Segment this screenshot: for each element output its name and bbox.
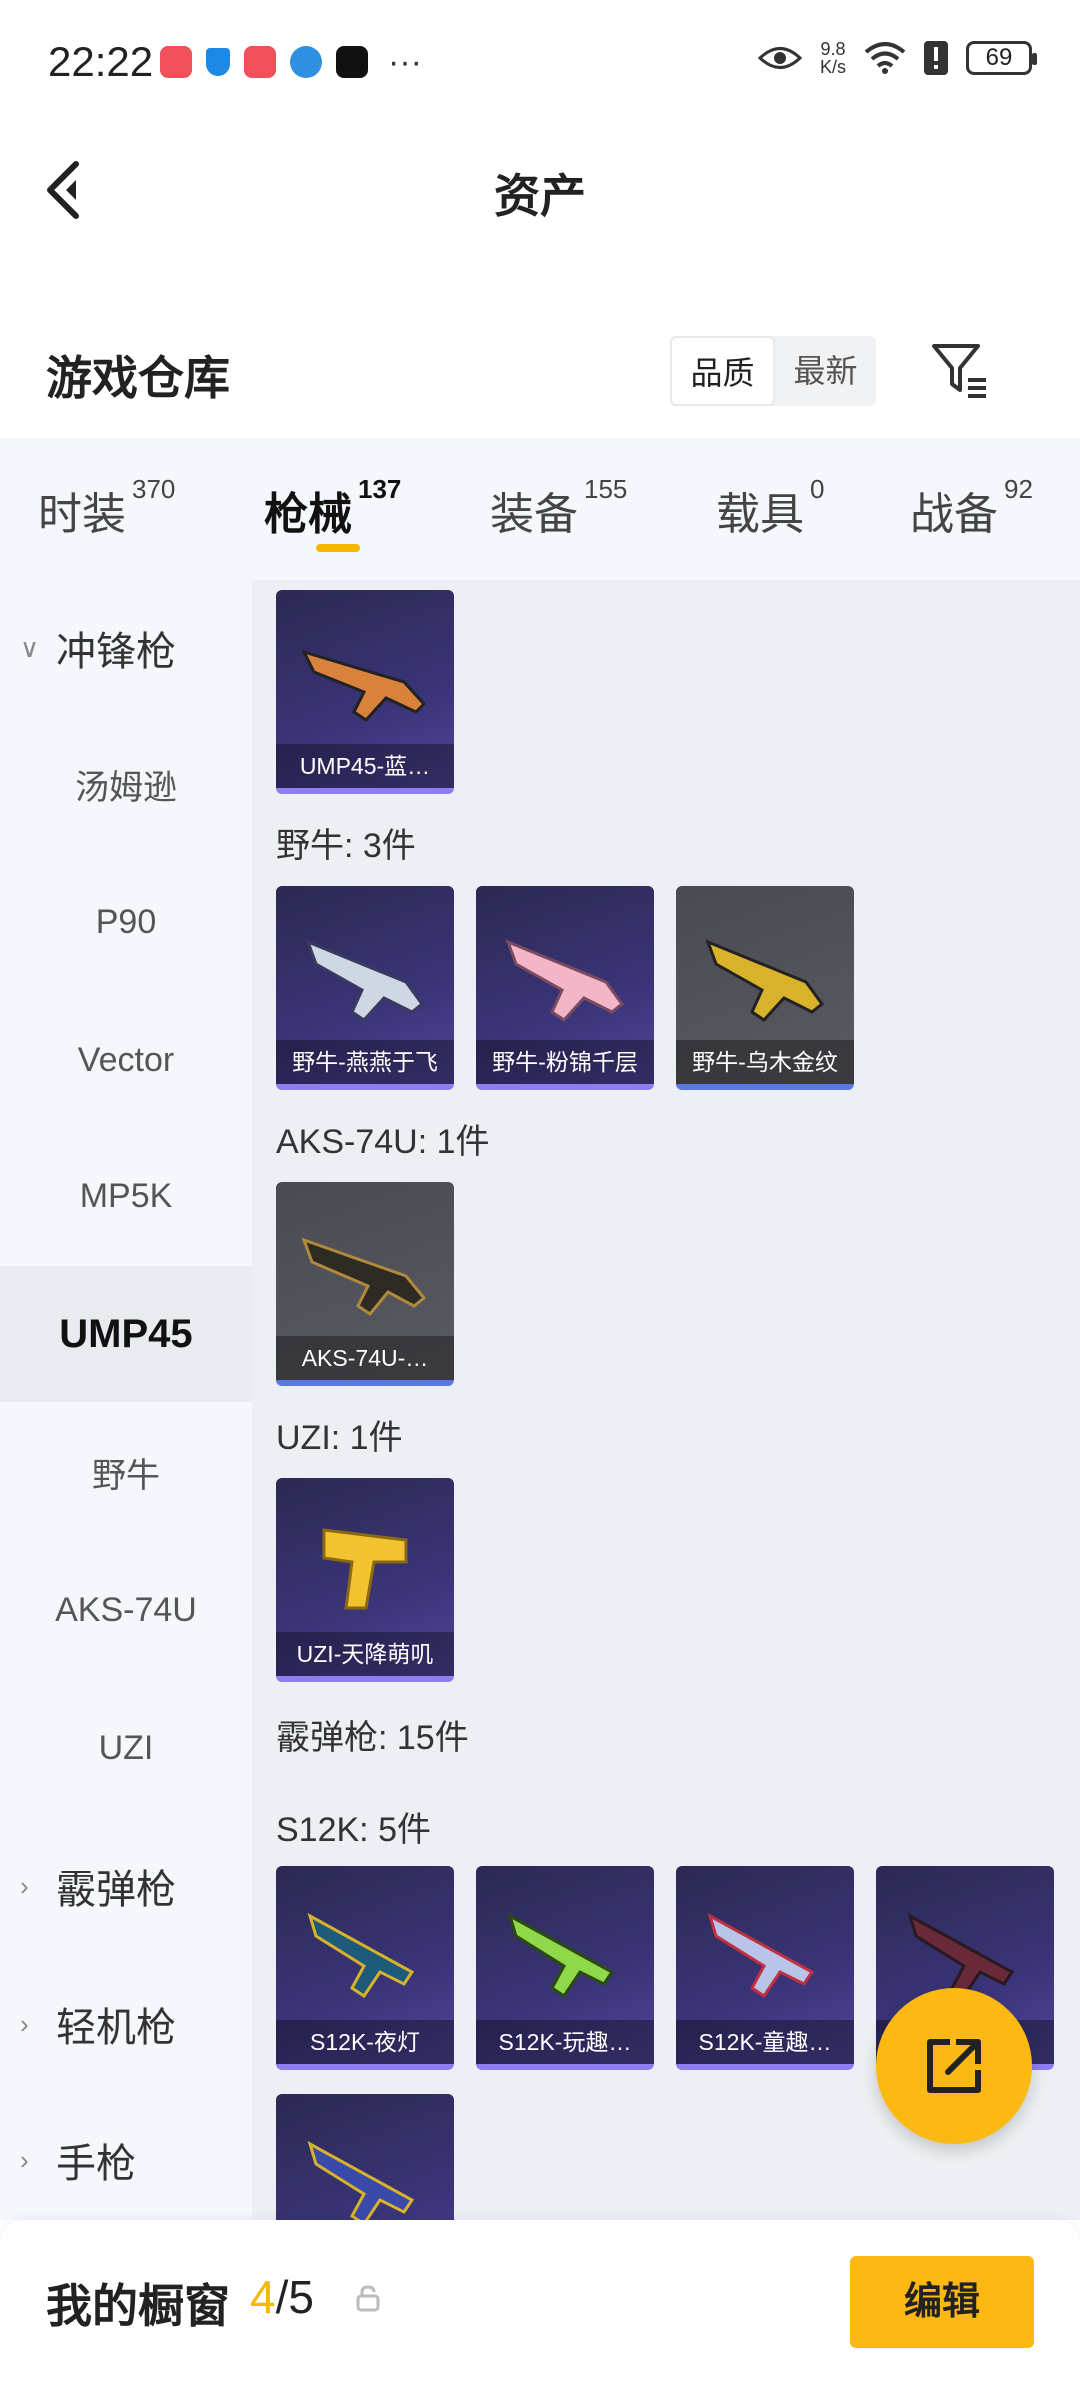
- chevron-right-icon: ›: [20, 2144, 29, 2175]
- sort-quality-button[interactable]: 品质: [670, 336, 775, 406]
- weapon-image: [305, 939, 425, 1022]
- filter-icon[interactable]: [928, 338, 992, 402]
- weapon-card[interactable]: UZI-天降萌叽: [276, 1478, 454, 1682]
- weapon-card[interactable]: 野牛-燕燕于飞: [276, 886, 454, 1090]
- group-label-shotgun: 霰弹枪: 15件: [276, 1719, 469, 1757]
- weapon-card-label: S12K-玩趣…: [476, 2020, 654, 2064]
- weapon-card[interactable]: 野牛-粉锦千层: [476, 886, 654, 1090]
- sidebar-item-uzi[interactable]: UZI: [0, 1680, 252, 1816]
- tab-equipment[interactable]: 装备155: [490, 474, 627, 542]
- showcase-bar: 我的橱窗 4/5 编辑: [0, 2220, 1080, 2382]
- weapon-card-label: UMP45-蓝…: [276, 744, 454, 788]
- status-bar: 22:22 ··· 9.8 K/s 69: [0, 0, 1080, 120]
- shopping-app-icon-2: [244, 46, 276, 78]
- weapon-image: [301, 1237, 427, 1317]
- sidebar-item-pistol[interactable]: › 手枪: [0, 2092, 252, 2228]
- weapon-card-label: 野牛-粉锦千层: [476, 1040, 654, 1084]
- sidebar-item-thompson[interactable]: 汤姆逊: [0, 716, 252, 852]
- more-notifications-icon: ···: [388, 43, 422, 81]
- status-right: 9.8 K/s 69: [757, 39, 1037, 77]
- shopping-app-icon: [160, 46, 192, 78]
- share-icon: [927, 2039, 981, 2093]
- sidebar-item-p90[interactable]: P90: [0, 854, 252, 990]
- weapon-card[interactable]: S12K-夜灯: [276, 1866, 454, 2070]
- share-button[interactable]: [876, 1988, 1032, 2144]
- showcase-count: 4/5: [250, 2271, 314, 2323]
- edit-button[interactable]: 编辑: [850, 2256, 1034, 2348]
- tab-vehicles[interactable]: 载具0: [716, 474, 824, 542]
- weapon-image: [301, 649, 427, 722]
- wifi-icon: [864, 42, 906, 74]
- notification-icons: ···: [160, 43, 422, 81]
- weapon-card-label: 野牛-燕燕于飞: [276, 1040, 454, 1084]
- chevron-right-icon: ›: [20, 1870, 29, 1901]
- weapon-sidebar: ∨ 冲锋枪 汤姆逊 P90 Vector MP5K UMP45 野牛 AKS-7…: [0, 580, 252, 2220]
- sidebar-item-aks74u[interactable]: AKS-74U: [0, 1542, 252, 1678]
- tiktok-app-icon: [336, 46, 368, 78]
- group-label-uzi: UZI: 1件: [276, 1419, 403, 1457]
- network-speed: 9.8 K/s: [819, 39, 846, 77]
- eye-icon: [757, 47, 802, 69]
- page-title: 资产: [494, 170, 586, 222]
- group-label-bizon: 野牛: 3件: [276, 827, 416, 865]
- tab-supplies[interactable]: 战备92: [910, 474, 1033, 542]
- weapon-card[interactable]: 野牛-乌木金纹: [676, 886, 854, 1090]
- weapon-card-label: UZI-天降萌叽: [276, 1632, 454, 1676]
- sort-toggle: 品质 最新: [670, 336, 876, 406]
- weapon-image: [507, 1912, 615, 1999]
- group-label-s12k: S12K: 5件: [276, 1811, 431, 1849]
- weapon-image: [307, 1912, 415, 1999]
- sidebar-item-lmg[interactable]: › 轻机枪: [0, 1956, 252, 2092]
- weapon-card[interactable]: S12K-童趣…: [676, 1866, 854, 2070]
- weapon-card-label: S12K-童趣…: [676, 2020, 854, 2064]
- sidebar-item-mp5k[interactable]: MP5K: [0, 1128, 252, 1264]
- page-header: 资产: [0, 130, 1080, 250]
- weapon-card-label: 野牛-乌木金纹: [676, 1040, 854, 1084]
- weapon-image: [705, 939, 825, 1022]
- weapon-image: [322, 1528, 408, 1610]
- sidebar-item-bizon[interactable]: 野牛: [0, 1404, 252, 1540]
- warehouse-title: 游戏仓库: [46, 352, 230, 404]
- lock-icon: [356, 2285, 380, 2312]
- battery-icon: 69: [966, 41, 1037, 75]
- status-time: 22:22: [48, 38, 154, 85]
- shield-app-icon: [206, 48, 230, 76]
- tab-fashion[interactable]: 时装370: [38, 474, 175, 542]
- sidebar-item-smg[interactable]: ∨ 冲锋枪: [0, 580, 252, 716]
- category-tabs: 时装370 枪械137 装备155 载具0 战备92: [0, 438, 1080, 580]
- weapon-image: [505, 939, 625, 1022]
- weapon-card-label: S12K-夜灯: [276, 2020, 454, 2064]
- weapon-card[interactable]: AKS-74U-…: [276, 1182, 454, 1386]
- chevron-down-icon: ∨: [20, 632, 40, 663]
- weapon-grid: UMP45-蓝… 野牛: 3件 野牛-燕燕于飞 野牛-粉锦千层 野牛-乌木金纹 …: [252, 580, 1080, 2220]
- showcase-title: 我的橱窗: [46, 2280, 230, 2332]
- weapon-image: [307, 2140, 415, 2220]
- weapon-card[interactable]: UMP45-蓝…: [276, 590, 454, 794]
- weapon-card-label: AKS-74U-…: [276, 1336, 454, 1380]
- sidebar-item-shotgun[interactable]: › 霰弹枪: [0, 1818, 252, 1954]
- browser-app-icon: [290, 46, 322, 78]
- active-tab-indicator: [316, 544, 360, 552]
- weapon-card[interactable]: [276, 2094, 454, 2220]
- alert-icon: [924, 41, 948, 75]
- sidebar-item-ump45[interactable]: UMP45: [0, 1266, 252, 1402]
- sidebar-item-vector[interactable]: Vector: [0, 992, 252, 1128]
- weapon-card[interactable]: S12K-玩趣…: [476, 1866, 654, 2070]
- sort-latest-button[interactable]: 最新: [775, 336, 876, 406]
- group-label-aks74u: AKS-74U: 1件: [276, 1123, 490, 1161]
- weapon-image: [707, 1912, 815, 1999]
- tab-weapons[interactable]: 枪械137: [264, 474, 401, 542]
- chevron-right-icon: ›: [20, 2008, 29, 2039]
